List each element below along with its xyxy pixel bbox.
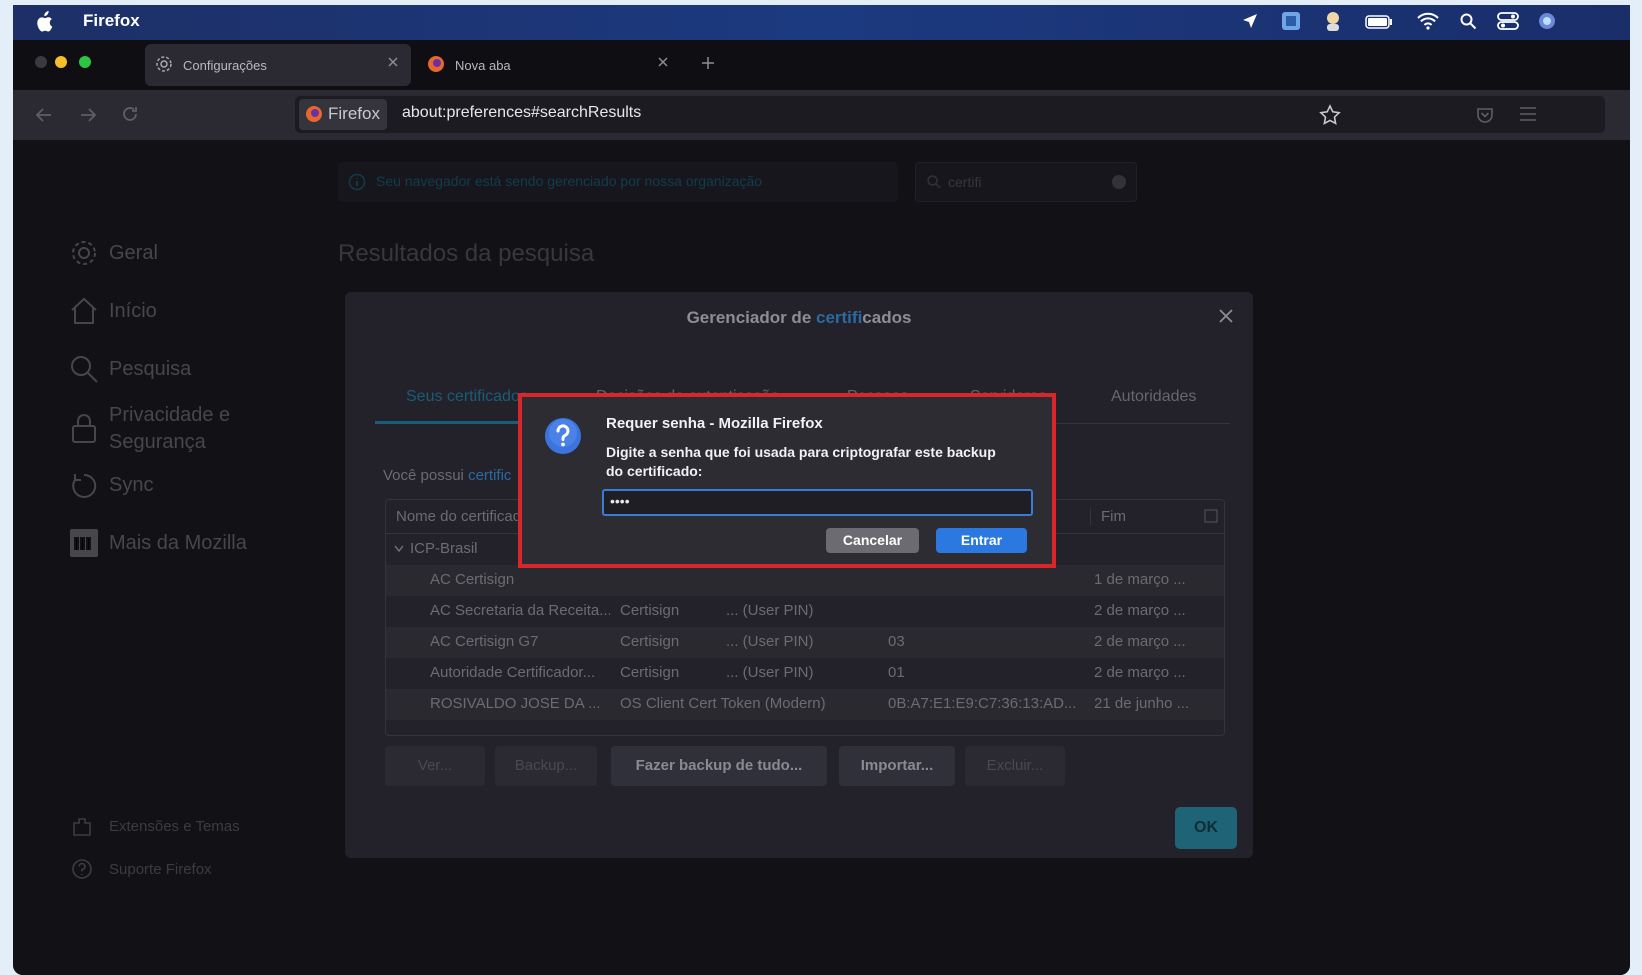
cell-end: 2 de março ... (1094, 664, 1186, 681)
cell-end: 21 de junho ... (1094, 695, 1190, 712)
forward-arrow-icon[interactable] (79, 106, 97, 124)
cell-device: ... (User PIN) (726, 602, 814, 619)
enter-button[interactable]: Entrar (936, 528, 1027, 553)
battery-icon (1365, 15, 1393, 29)
tab-label: Nova aba (455, 58, 511, 73)
table-row[interactable]: AC Certisign G7 Certisign ... (User PIN)… (386, 627, 1224, 658)
menubar-app-name[interactable]: Firefox (83, 11, 140, 31)
bookmark-star-icon[interactable] (1319, 104, 1341, 126)
cell-serial: 0B:A7:E1:E9:C7:36:13:AD... (888, 695, 1077, 712)
chevron-down-icon[interactable] (394, 545, 404, 553)
password-field[interactable]: •••• (602, 489, 1033, 516)
tab-configuracoes[interactable]: Configurações (145, 44, 411, 86)
tab-nova-aba[interactable]: Nova aba (417, 44, 683, 86)
cell-token: Certisign (620, 602, 680, 619)
cell-device: ... (User PIN) (726, 664, 814, 681)
cell-token: Certisign (620, 633, 680, 650)
firefox-logo-icon (305, 105, 323, 123)
cell-name: Autoridade Certificador... (430, 664, 596, 681)
cell-end: 1 de março ... (1094, 571, 1186, 588)
close-icon[interactable] (1218, 308, 1234, 324)
tab-close-icon[interactable] (387, 56, 399, 68)
table-row[interactable]: AC Certisign 1 de março ... (386, 565, 1224, 596)
cell-name: ROSIVALDO JOSE DA ... (430, 695, 601, 712)
url-text[interactable]: about:preferences#searchResults (402, 104, 641, 122)
intro-prefix: Você possui (383, 467, 469, 484)
tab-close-icon[interactable] (657, 56, 669, 68)
siri-icon[interactable] (1537, 11, 1557, 31)
delete-button[interactable]: Excluir... (965, 746, 1065, 786)
firefox-logo-icon (427, 55, 445, 73)
location-icon (1241, 12, 1259, 30)
new-tab-plus-icon[interactable] (701, 56, 715, 70)
tab-label: Configurações (183, 58, 267, 73)
tab-autoridades[interactable]: Autoridades (1111, 388, 1196, 406)
cell-serial: 01 (888, 664, 905, 681)
question-icon (544, 417, 582, 455)
navigation-toolbar: Firefox about:preferences#searchResults (13, 90, 1630, 140)
cell-end: 2 de março ... (1094, 633, 1186, 650)
tab-strip: Configurações Nova aba (13, 40, 1630, 90)
view-button[interactable]: Ver... (385, 746, 485, 786)
control-center-icon[interactable] (1497, 12, 1519, 30)
intro-text: Você possui certific (383, 467, 511, 484)
title-text: cados (862, 308, 912, 327)
tab-seus-certificados[interactable]: Seus certificados (406, 388, 528, 406)
table-row[interactable]: ROSIVALDO JOSE DA ... OS Client Cert Tok… (386, 689, 1224, 720)
backup-button[interactable]: Backup... (495, 746, 597, 786)
prompt-message: Digite a senha que foi usada para cripto… (606, 444, 996, 479)
spotlight-search-icon[interactable] (1459, 12, 1477, 30)
cell-end: 2 de março ... (1094, 602, 1186, 619)
user-status-icon[interactable] (1323, 10, 1343, 32)
window-close-control[interactable] (35, 56, 47, 68)
back-arrow-icon[interactable] (35, 106, 53, 124)
column-header-end[interactable]: Fim (1090, 508, 1126, 525)
column-header-name[interactable]: Nome do certificado (396, 508, 529, 525)
title-text: Gerenciador de (686, 308, 816, 327)
column-picker-icon[interactable] (1204, 509, 1218, 523)
identity-label: Firefox (328, 104, 380, 123)
title-highlight: certifi (816, 308, 863, 327)
identity-chip[interactable]: Firefox (299, 99, 387, 130)
table-row[interactable]: AC Secretaria da Receita... Certisign ..… (386, 596, 1224, 627)
cell-name: AC Certisign G7 (430, 633, 539, 650)
finder-status-icon[interactable] (1281, 11, 1301, 31)
certificate-manager-dialog: Gerenciador de certificados Seus certifi… (345, 292, 1253, 858)
backup-all-button[interactable]: Fazer backup de tudo... (611, 746, 827, 786)
cell-device: ... (User PIN) (726, 633, 814, 650)
cell-token: Certisign (620, 664, 680, 681)
table-row[interactable]: Autoridade Certificador... Certisign ...… (386, 658, 1224, 689)
cell-serial: 03 (888, 633, 905, 650)
pocket-icon[interactable] (1475, 105, 1495, 125)
address-bar[interactable]: Firefox about:preferences#searchResults (295, 96, 1605, 133)
cell-token: OS Client Cert Token (Modern) (620, 695, 826, 712)
mac-menubar: Firefox (13, 5, 1630, 40)
cell-name: AC Secretaria da Receita... (430, 602, 610, 619)
group-label: ICP-Brasil (410, 540, 478, 557)
cancel-button[interactable]: Cancelar (826, 528, 919, 553)
menu-hamburger-icon[interactable] (1519, 106, 1537, 122)
ok-button[interactable]: OK (1175, 807, 1237, 849)
password-prompt-dialog: Requer senha - Mozilla Firefox Digite a … (518, 393, 1056, 568)
prompt-title: Requer senha - Mozilla Firefox (606, 415, 823, 432)
settings-gear-icon (155, 55, 173, 73)
intro-highlight: certific (468, 467, 512, 484)
apple-icon[interactable] (35, 11, 53, 33)
reload-icon[interactable] (121, 105, 139, 123)
import-button[interactable]: Importar... (839, 746, 955, 786)
window-minimize-control[interactable] (55, 56, 67, 68)
wifi-icon[interactable] (1417, 12, 1439, 30)
cell-name: AC Certisign (430, 571, 515, 588)
window-zoom-control[interactable] (79, 56, 91, 68)
dialog-title: Gerenciador de certificados (345, 308, 1253, 328)
